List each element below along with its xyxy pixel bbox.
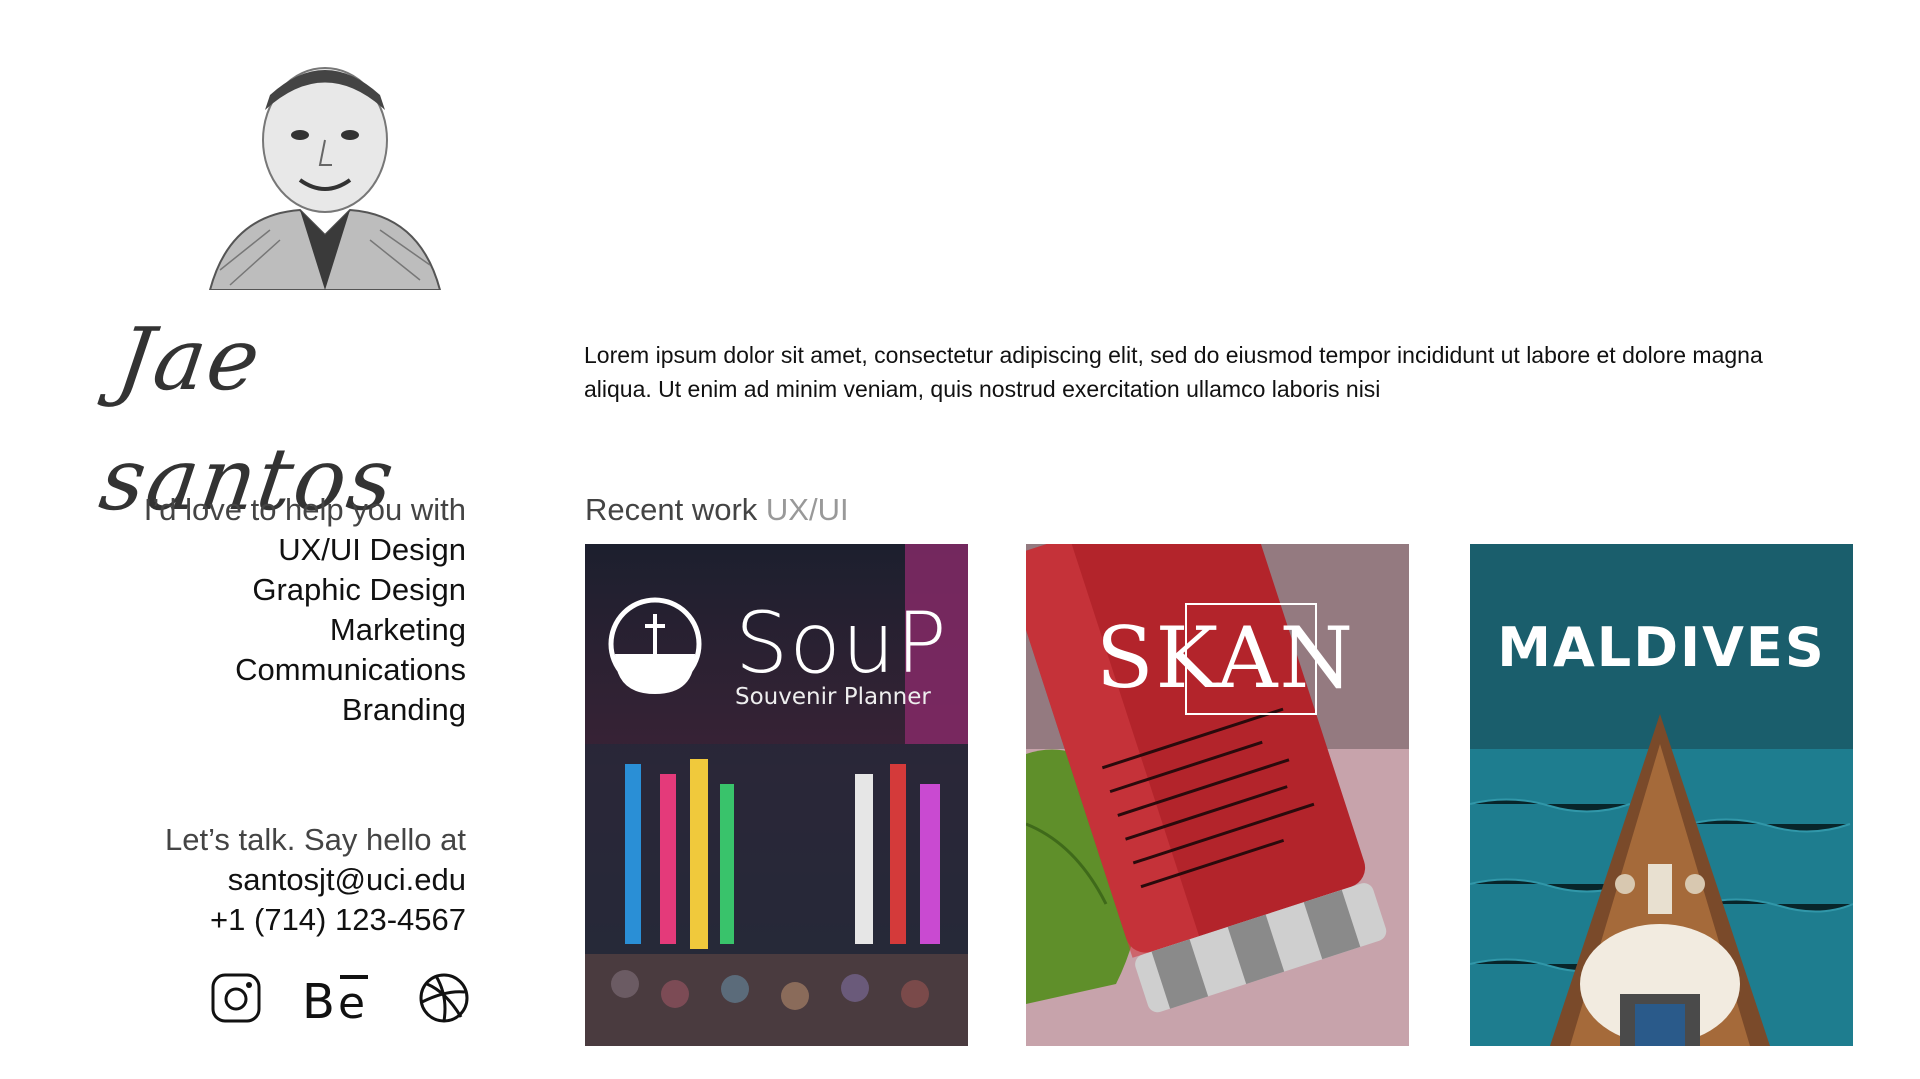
soup-title: SouP <box>735 594 948 692</box>
contact-block: Let’s talk. Say hello at santosjt@uci.ed… <box>46 820 466 940</box>
dribbble-icon[interactable] <box>418 970 470 1026</box>
service-item: Marketing <box>329 612 466 647</box>
bio-text: Lorem ipsum dolor sit amet, consectetur … <box>584 342 1763 402</box>
soup-subtitle: Souvenir Planner <box>735 684 931 710</box>
service-item: UX/UI Design <box>278 532 466 567</box>
email-link[interactable]: santosjt@uci.edu <box>46 860 466 900</box>
recent-work-category: UX/UI <box>765 492 849 527</box>
recent-work-label: Recent work <box>585 492 758 527</box>
project-card-soup[interactable]: SouP Souvenir Planner <box>585 544 968 1046</box>
service-item: Branding <box>341 692 466 727</box>
maldives-title: MALDIVES <box>1497 616 1826 679</box>
phone-link[interactable]: +1 (714) 123-4567 <box>46 900 466 940</box>
service-item: Graphic Design <box>252 572 466 607</box>
services-intro: I’d love to help you with <box>143 492 466 527</box>
project-card-skan[interactable]: SKAN <box>1026 544 1409 1046</box>
svg-text:B: B <box>302 974 335 1026</box>
signature: Jae santos <box>94 310 402 530</box>
instagram-icon[interactable] <box>210 970 262 1026</box>
contact-intro: Let’s talk. Say hello at <box>165 822 466 857</box>
recent-work-heading: Recent work UX/UI <box>585 490 849 530</box>
service-item: Communications <box>235 652 466 687</box>
profile-portrait <box>208 67 442 290</box>
social-links: B e <box>210 970 470 1026</box>
services-list: I’d love to help you with UX/UI Design G… <box>46 490 466 730</box>
skan-title: SKAN <box>1096 609 1356 707</box>
project-card-maldives[interactable]: MALDIVES <box>1470 544 1853 1046</box>
behance-icon[interactable]: B e <box>302 970 376 1026</box>
svg-text:e: e <box>338 978 365 1026</box>
